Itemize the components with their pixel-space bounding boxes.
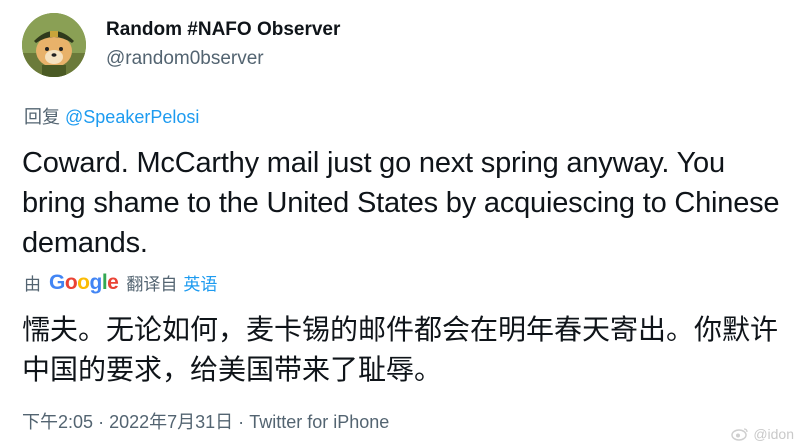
avatar[interactable] [22, 13, 86, 77]
meta-separator: · [98, 412, 105, 432]
tweet-text: Coward. McCarthy mail just go next sprin… [22, 147, 780, 259]
weibo-watermark: @idon [731, 426, 794, 442]
shiba-nafo-avatar-icon [22, 13, 86, 77]
translated-by-label: 由 [24, 275, 41, 294]
source-language-link[interactable]: 英语 [183, 270, 217, 295]
reply-to-line: 回复 @SpeakerPelosi [24, 103, 199, 129]
google-logo: Google [49, 270, 119, 294]
weibo-icon [731, 428, 748, 441]
tweet-metadata: 下午2:05 · 2022年7月31日 · Twitter for iPhone [22, 408, 389, 434]
tweet-source-app[interactable]: Twitter for iPhone [249, 412, 389, 432]
reply-mention-link[interactable]: @SpeakerPelosi [65, 107, 199, 127]
reply-prefix: 回复 [24, 107, 60, 127]
watermark-text: @idon [753, 426, 794, 442]
translated-from-label: 翻译自 [126, 275, 178, 294]
tweet-time[interactable]: 下午2:05 [22, 412, 93, 432]
tweet-header: Random #NAFO Observer @random0bserver [22, 10, 340, 80]
translation-attribution: 由 Google 翻译自 英语 [24, 270, 217, 295]
translated-tweet-text: 懦夫。无论如何，麦卡锡的邮件都会在明年春天寄出。你默许中国的要求，给美国带来了耻… [22, 314, 779, 385]
author-handle[interactable]: @random0bserver [106, 45, 340, 73]
tweet-date[interactable]: 2022年7月31日 [109, 412, 233, 432]
author-display-name[interactable]: Random #NAFO Observer [106, 17, 340, 43]
meta-separator: · [238, 412, 245, 432]
